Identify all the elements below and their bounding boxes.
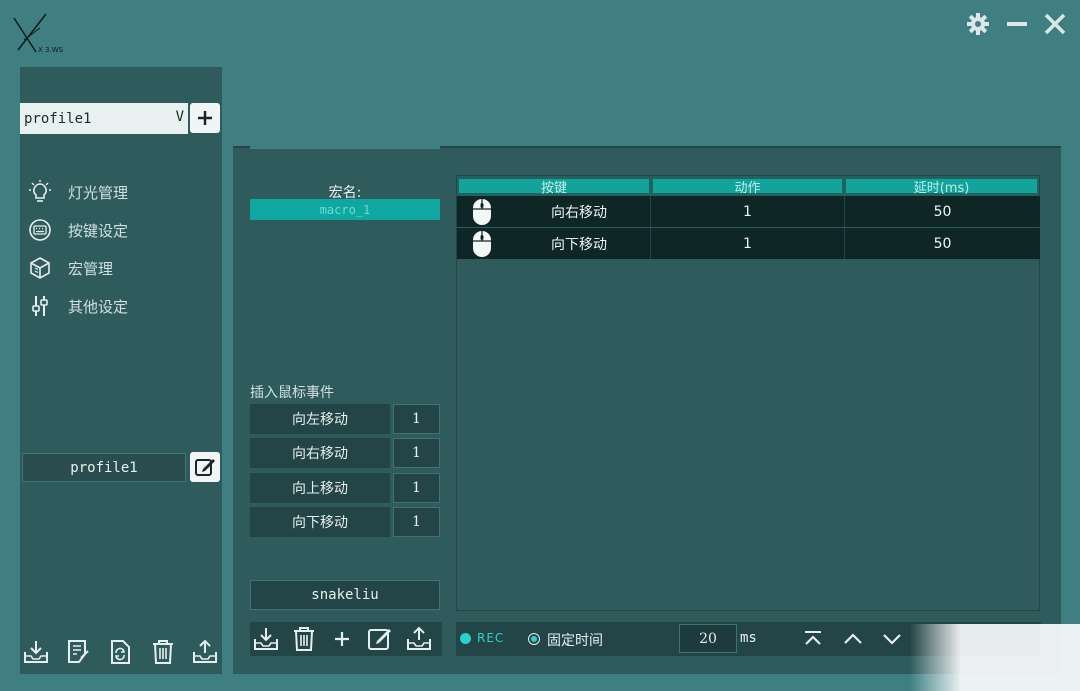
row-delay: 50 [933,203,952,220]
close-icon [1044,13,1066,35]
close-button[interactable] [1041,10,1069,38]
row-key: 向右移动 [551,204,607,221]
delete-profile-button[interactable] [149,638,177,666]
refresh-icon [111,640,130,664]
mouse-icon [457,228,507,259]
edit-icon [195,459,215,476]
sidebar-item-label: 其他设定 [68,297,129,316]
profile-select[interactable]: profile1 V [20,103,188,134]
settings-button[interactable] [964,10,992,38]
edit-profile-button[interactable] [190,452,220,482]
edit-macro-button[interactable] [366,625,394,653]
export-icon [407,626,431,650]
import-macro-button[interactable] [252,625,280,653]
add-profile-button[interactable] [190,103,220,133]
plus-icon [198,111,212,125]
edit-icon [368,629,391,650]
lightbulb-icon [29,180,51,202]
sidebar-item-macro[interactable]: 宏管理 [28,255,113,281]
export-icon [193,639,217,663]
sidebar [20,67,222,674]
plus-icon [335,632,349,646]
mouse-right-button[interactable]: 向右移动 [250,438,390,468]
notes-button[interactable] [64,638,92,666]
chevron-up-icon [844,633,862,644]
mouse-icon [457,196,507,227]
column-header-key: 按键 [458,178,650,196]
export-macro-button[interactable] [405,625,433,653]
add-macro-button[interactable] [328,625,356,653]
keyboard-icon [29,219,51,241]
import-icon [24,641,48,663]
logo-text: X 3.WS [38,46,64,54]
minimize-icon [1007,22,1027,26]
mouse-down-button[interactable]: 向下移动 [250,507,390,537]
mouse-left-value[interactable]: 1 [393,404,440,434]
sidebar-item-label: 宏管理 [68,259,114,278]
record-indicator[interactable] [460,633,471,644]
sidebar-item-label: 按键设定 [68,221,129,240]
table-row[interactable]: 向右移动 1 50 [457,196,1040,227]
column-header-action: 动作 [652,178,843,196]
sidebar-item-other[interactable]: 其他设定 [28,293,128,319]
notes-icon [68,640,89,663]
record-label[interactable]: REC [477,631,504,645]
watermark-overlay [910,624,1080,691]
profile-name-field[interactable]: profile1 [22,453,186,482]
sidebar-item-keys[interactable]: 按键设定 [28,217,128,243]
app-logo: X 3.WS [10,10,72,56]
move-down-button[interactable] [879,626,905,652]
double-chevron-up-icon [805,631,821,645]
row-action: 1 [743,235,752,252]
chevron-down-icon [883,634,901,645]
export-profile-button[interactable] [191,638,219,666]
delete-macro-button[interactable] [290,625,318,653]
import-profile-button[interactable] [22,638,50,666]
panel-tab-indicator [250,146,440,149]
sliders-icon [32,296,48,316]
table-row[interactable]: 向下移动 1 50 [457,228,1040,259]
row-action: 1 [743,203,752,220]
trash-icon [153,640,173,664]
fixed-time-label: 固定时间 [547,633,603,649]
macro-name-input[interactable]: macro_1 [250,199,440,220]
row-delay: 50 [933,235,952,252]
gear-icon [967,13,989,35]
mouse-left-button[interactable]: 向左移动 [250,404,390,434]
sidebar-item-lighting[interactable]: 灯光管理 [28,179,128,205]
move-to-top-button[interactable] [800,626,826,652]
minimize-button[interactable] [1003,10,1031,38]
mouse-right-value[interactable]: 1 [393,438,440,468]
delay-input[interactable]: 20 [679,624,737,653]
mouse-up-value[interactable]: 1 [393,473,440,503]
chevron-down-icon: V [175,109,184,125]
mouse-down-value[interactable]: 1 [393,507,440,537]
insert-mouse-event-label: 插入鼠标事件 [250,385,334,401]
mouse-up-button[interactable]: 向上移动 [250,473,390,503]
delay-unit-label: ms [740,630,757,646]
import-icon [254,628,278,650]
cube-icon [30,257,50,279]
trash-icon [294,627,314,651]
row-key: 向下移动 [551,236,607,253]
move-up-button[interactable] [840,626,866,652]
user-name-box: snakeliu [250,580,440,610]
column-header-delay: 延时(ms) [845,178,1038,196]
fixed-time-radio[interactable] [528,633,540,645]
refresh-profile-button[interactable] [106,638,134,666]
sidebar-item-label: 灯光管理 [68,183,129,202]
profile-select-value: profile1 [24,110,92,127]
